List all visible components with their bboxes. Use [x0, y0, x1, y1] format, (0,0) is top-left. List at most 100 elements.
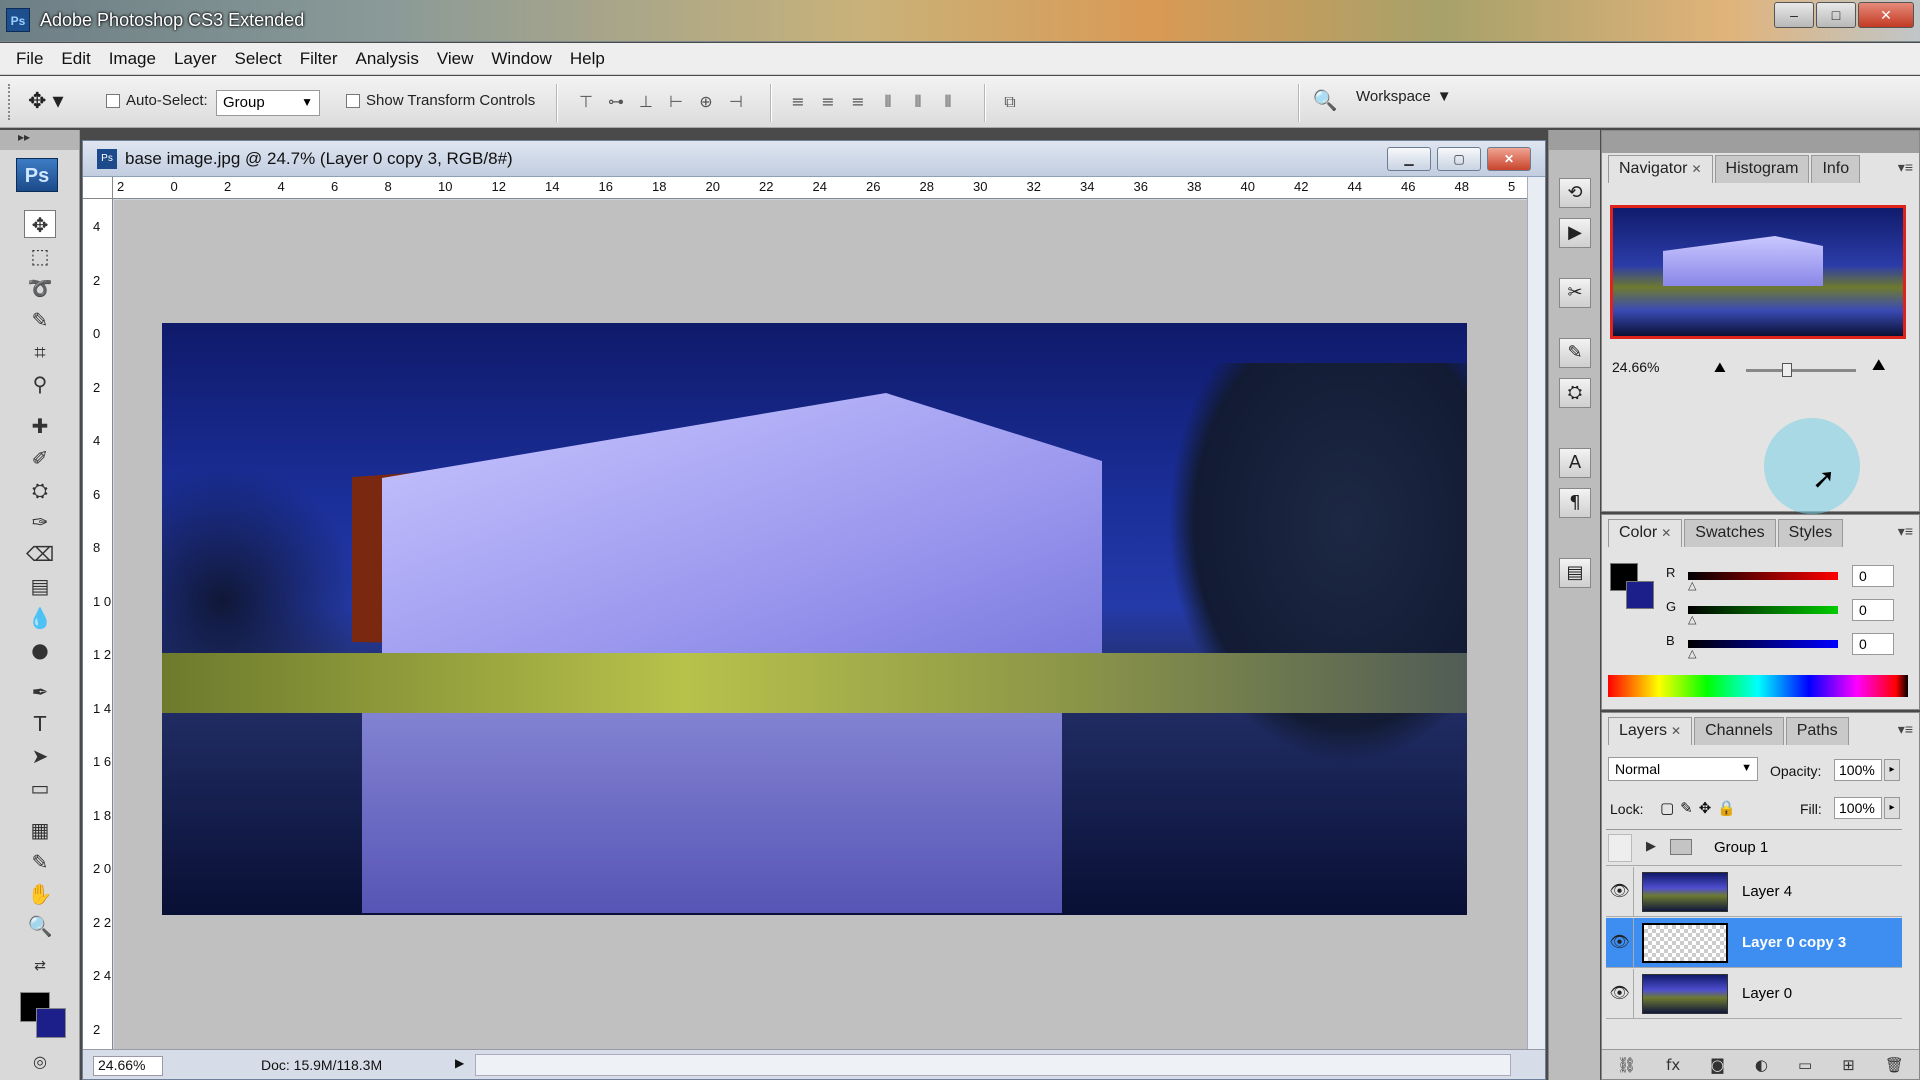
menu-window[interactable]: Window [491, 49, 551, 69]
paragraph-panel-icon[interactable]: ¶ [1559, 488, 1591, 518]
auto-align-layers-icon[interactable]: ⧉ [998, 89, 1022, 115]
doc-close-button[interactable]: ✕ [1487, 147, 1531, 171]
blue-value[interactable]: 0 [1852, 633, 1894, 655]
blend-mode-dropdown[interactable]: Normal ▼ [1608, 757, 1758, 781]
menu-file[interactable]: File [16, 49, 43, 69]
color-panel-swatches[interactable] [1610, 563, 1654, 611]
panel-menu-icon[interactable]: ▾≡ [1898, 721, 1913, 738]
auto-select-box[interactable] [106, 93, 120, 108]
healing-brush-tool-icon[interactable]: ✚ [24, 412, 56, 440]
marquee-tool-icon[interactable]: ⬚ [24, 242, 56, 270]
zoom-slider[interactable] [1746, 369, 1856, 372]
show-transform-box[interactable] [346, 93, 360, 108]
eye-icon[interactable]: 👁 [1606, 867, 1634, 917]
ruler-origin[interactable] [83, 177, 113, 199]
lasso-tool-icon[interactable]: ➰ [24, 274, 56, 302]
document-title-bar[interactable]: Ps base image.jpg @ 24.7% (Layer 0 copy … [83, 141, 1545, 177]
auto-select-checkbox[interactable]: Auto-Select: [106, 92, 208, 109]
dodge-tool-icon[interactable]: ● [24, 636, 56, 664]
character-panel-icon[interactable]: A [1559, 448, 1591, 478]
color-swatches[interactable] [20, 992, 70, 1042]
menu-edit[interactable]: Edit [61, 49, 90, 69]
actions-panel-icon[interactable]: ▶ [1559, 218, 1591, 248]
tab-channels[interactable]: Channels [1694, 717, 1784, 745]
green-slider-handle[interactable]: △ [1688, 613, 1696, 626]
tab-histogram[interactable]: Histogram [1714, 155, 1810, 183]
lock-icons[interactable]: ▢✎✥🔒 [1660, 799, 1742, 829]
quick-selection-tool-icon[interactable]: ✎ [24, 306, 56, 334]
expand-triangle-icon[interactable]: ▶ [1646, 838, 1656, 854]
green-value[interactable]: 0 [1852, 599, 1894, 621]
new-layer-icon[interactable]: ⊞ [1842, 1056, 1855, 1074]
file-browser-icon[interactable]: 🔍 [1308, 88, 1342, 116]
maximize-button[interactable]: □ [1816, 2, 1856, 28]
menu-analysis[interactable]: Analysis [356, 49, 419, 69]
clone-source-icon[interactable]: ⛭ [1559, 378, 1591, 408]
menu-help[interactable]: Help [570, 49, 605, 69]
red-slider-handle[interactable]: △ [1688, 579, 1696, 592]
layer-style-icon[interactable]: fx [1666, 1056, 1680, 1074]
zoom-in-icon[interactable]: ⛰ [1872, 357, 1885, 375]
tab-paths[interactable]: Paths [1785, 717, 1849, 745]
move-tool-icon[interactable]: ✥ [24, 210, 56, 238]
move-tool-preset-icon[interactable]: ✥ ▾ [28, 88, 78, 116]
swap-colors-icon[interactable]: ⇄ [24, 952, 56, 980]
panel-menu-icon[interactable]: ▾≡ [1898, 523, 1913, 540]
brush-tool-icon[interactable]: ✐ [24, 444, 56, 472]
menu-image[interactable]: Image [109, 49, 156, 69]
color-background-swatch[interactable] [1626, 581, 1654, 609]
gradient-tool-icon[interactable]: ▤ [24, 572, 56, 600]
history-brush-tool-icon[interactable]: ✑ [24, 508, 56, 536]
show-transform-checkbox[interactable]: Show Transform Controls [346, 92, 535, 109]
panel-header[interactable] [1602, 131, 1919, 153]
distribute-hcenter-icon[interactable]: ⫴ [906, 89, 930, 115]
tab-navigator[interactable]: Navigator ✕ [1608, 155, 1713, 183]
distribute-bottom-icon[interactable]: ≡ [846, 89, 870, 115]
blue-slider-handle[interactable]: △ [1688, 647, 1696, 660]
link-layers-icon[interactable]: ⛓ [1617, 1056, 1636, 1074]
menu-view[interactable]: View [437, 49, 474, 69]
align-right-icon[interactable]: ⊣ [724, 89, 748, 115]
eraser-tool-icon[interactable]: ⌫ [24, 540, 56, 568]
distribute-vcenter-icon[interactable]: ≡ [816, 89, 840, 115]
tab-info[interactable]: Info [1811, 155, 1861, 183]
horizontal-ruler[interactable]: 2 0 2 4 6 8 10 12 14 16 18 20 22 24 26 28 30 32 34 36 38 40 42… [113, 177, 1535, 199]
ps-logo[interactable]: Ps [16, 158, 58, 192]
align-vcenter-icon[interactable]: ⊶ [604, 89, 628, 115]
zoom-tool-icon[interactable]: 🔍 [24, 912, 56, 940]
layer-mask-icon[interactable]: ◙ [1710, 1056, 1725, 1074]
doc-maximize-button[interactable]: ▢ [1437, 147, 1481, 171]
background-color-swatch[interactable] [36, 1008, 66, 1038]
zoom-out-icon[interactable]: ⛰ [1714, 359, 1726, 376]
status-zoom-field[interactable]: 24.66% [93, 1056, 163, 1076]
align-bottom-icon[interactable]: ⊥ [634, 89, 658, 115]
toolbox-header[interactable]: ▸▸ [0, 130, 79, 150]
layer-row[interactable]: 👁 Layer 0 [1606, 969, 1902, 1019]
hand-tool-icon[interactable]: ✋ [24, 880, 56, 908]
status-menu-icon[interactable]: ▶ [455, 1056, 464, 1070]
eye-icon[interactable]: 👁 [1606, 918, 1634, 968]
path-selection-tool-icon[interactable]: ➤ [24, 742, 56, 770]
menu-select[interactable]: Select [234, 49, 281, 69]
delete-layer-icon[interactable]: 🗑 [1885, 1056, 1904, 1074]
new-group-icon[interactable]: ▭ [1798, 1056, 1812, 1074]
blur-tool-icon[interactable]: 💧 [24, 604, 56, 632]
opacity-arrow-icon[interactable]: ▸ [1884, 759, 1900, 781]
tab-color[interactable]: Color ✕ [1608, 519, 1683, 547]
layer-row[interactable]: 👁 Layer 4 [1606, 867, 1902, 917]
history-panel-icon[interactable]: ⟲ [1559, 178, 1591, 208]
zoom-slider-knob[interactable] [1782, 363, 1792, 377]
panel-menu-icon[interactable]: ▾≡ [1898, 159, 1913, 176]
close-icon[interactable]: ✕ [1661, 526, 1671, 540]
workspace-menu[interactable]: Workspace ▼ [1356, 88, 1452, 105]
group-visibility-toggle[interactable] [1608, 834, 1632, 862]
shape-tool-icon[interactable]: ▭ [24, 774, 56, 802]
red-slider[interactable] [1688, 572, 1838, 580]
red-value[interactable]: 0 [1852, 565, 1894, 587]
close-button[interactable]: ✕ [1858, 2, 1914, 28]
pen-tool-icon[interactable]: ✒ [24, 678, 56, 706]
navigator-zoom-value[interactable]: 24.66% [1612, 359, 1659, 375]
navigator-preview[interactable] [1610, 205, 1906, 339]
blue-slider[interactable] [1688, 640, 1838, 648]
layer-group-row[interactable]: ▶ Group 1 [1606, 830, 1902, 866]
